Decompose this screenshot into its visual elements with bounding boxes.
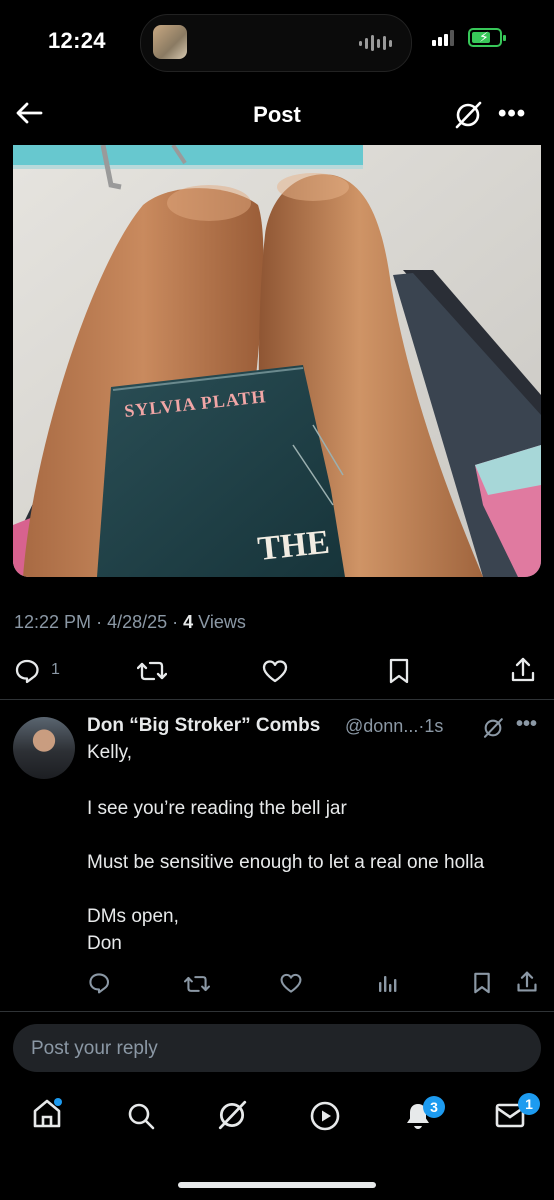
repost-icon <box>137 661 167 681</box>
more-options-icon[interactable]: ••• <box>516 713 537 736</box>
home-unread-dot <box>54 1098 62 1106</box>
nav-search[interactable] <box>126 1101 156 1136</box>
home-indicator[interactable] <box>178 1182 376 1188</box>
reply-icon <box>89 973 110 994</box>
analytics-icon <box>379 976 397 992</box>
divider <box>0 699 554 700</box>
reply-text-line: Must be sensitive enough to let a real o… <box>87 852 485 873</box>
grok-icon[interactable] <box>482 717 504 739</box>
reply-text-line: Don <box>87 933 122 954</box>
post-date: 4/28/25 <box>107 612 168 632</box>
share-button[interactable] <box>516 970 538 994</box>
views-count: 4 <box>183 612 194 632</box>
heart-icon <box>262 660 288 683</box>
bookmark-icon <box>389 658 409 684</box>
bookmark-button[interactable] <box>387 657 411 685</box>
reply-age: 1s <box>424 716 444 736</box>
grok-icon <box>218 1100 247 1130</box>
reply-button[interactable] <box>87 971 111 995</box>
search-icon <box>128 1103 155 1130</box>
reply-text-line: Kelly, <box>87 742 133 763</box>
grok-icon[interactable] <box>453 100 483 130</box>
post-photo-illustration: SYLVIA PLATH THE <box>13 145 541 577</box>
reply-input[interactable] <box>29 1024 523 1074</box>
heart-icon <box>280 973 302 993</box>
post-timestamp-views: 12:22 PM · 4/28/25 · 4 Views <box>14 612 246 632</box>
like-button[interactable] <box>261 657 289 685</box>
avatar[interactable] <box>13 717 75 779</box>
divider <box>0 1011 554 1012</box>
dynamic-island[interactable] <box>140 14 412 72</box>
post-time: 12:22 PM <box>14 612 92 632</box>
play-icon <box>310 1101 340 1131</box>
messages-badge: 1 <box>518 1093 540 1115</box>
more-options-icon[interactable]: ••• <box>498 100 526 128</box>
battery-icon: ⚡ <box>468 28 506 47</box>
charging-bolt-icon: ⚡ <box>479 29 489 45</box>
reply-handle-text: @donn... <box>345 716 419 736</box>
reply-icon <box>15 659 39 684</box>
repost-button[interactable] <box>137 657 167 685</box>
repost-icon <box>184 976 210 992</box>
nav-grok[interactable] <box>216 1099 248 1136</box>
reply-handle[interactable]: @donn...·1s <box>345 716 443 737</box>
notifications-badge: 3 <box>423 1096 445 1118</box>
share-icon <box>511 657 535 682</box>
views-label: Views <box>198 612 246 632</box>
status-time: 12:24 <box>48 28 106 53</box>
nav-home[interactable] <box>32 1097 62 1134</box>
repost-button[interactable] <box>184 972 210 996</box>
reply-text-line: DMs open, <box>87 906 179 927</box>
bookmark-icon <box>474 972 490 994</box>
like-button[interactable] <box>279 971 303 995</box>
nav-video[interactable] <box>309 1100 341 1137</box>
analytics-button[interactable] <box>377 972 399 994</box>
cellular-signal-icon <box>432 30 454 46</box>
nav-messages[interactable]: 1 <box>494 1093 540 1134</box>
audio-waveform-icon <box>359 35 392 51</box>
reply-author-name[interactable]: Don “Big Stroker” Combs <box>87 715 320 737</box>
share-icon <box>517 971 537 992</box>
bookmark-button[interactable] <box>472 971 492 995</box>
book-title-text: THE <box>256 524 331 568</box>
reply-button[interactable] <box>13 657 41 685</box>
reply-count: 1 <box>51 661 60 678</box>
now-playing-thumbnail <box>153 25 187 59</box>
reply-text-line: I see you’re reading the bell jar <box>87 798 347 819</box>
nav-notifications[interactable]: 3 <box>403 1096 445 1137</box>
post-image[interactable]: SYLVIA PLATH THE <box>13 145 541 577</box>
reply-composer[interactable] <box>13 1024 541 1074</box>
share-button[interactable] <box>510 656 536 684</box>
